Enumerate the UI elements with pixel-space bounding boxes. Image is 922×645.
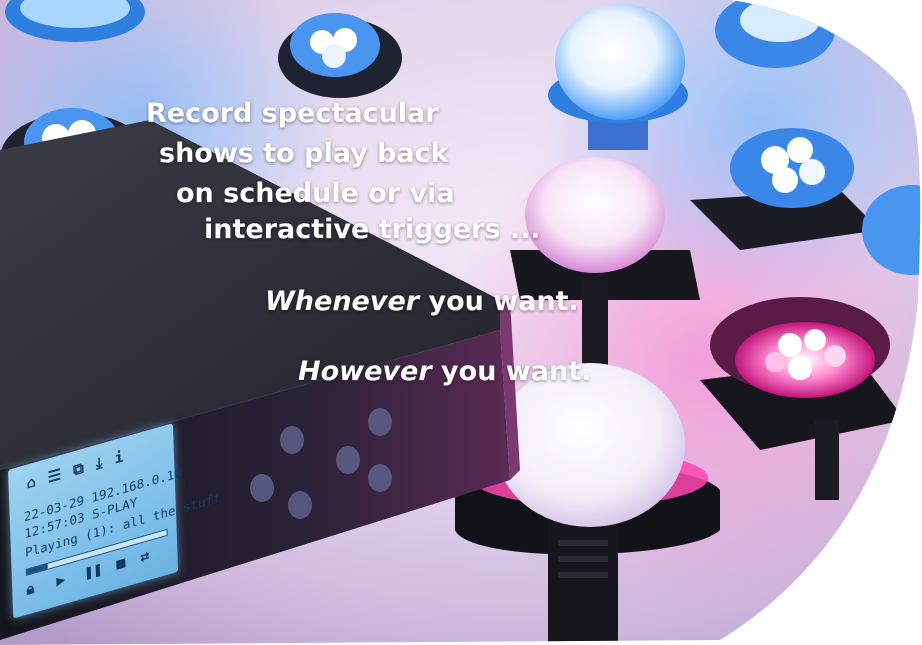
tagline-whenever: Whenever you want. [265, 286, 579, 317]
headline-line-2: shows to play back [159, 138, 449, 169]
headline-line-1: Record spectacular [146, 98, 439, 129]
tagline-however: However you want. [298, 356, 591, 387]
tagline-whenever-rest: you want. [419, 286, 579, 317]
lcd-progress-fill [26, 563, 48, 575]
tagline-whenever-italic: Whenever [265, 286, 420, 317]
network-icon: ⧉ [72, 455, 97, 480]
pause-icon: ❚❚ [84, 559, 103, 583]
lock-icon: 🔒︎ [26, 578, 35, 599]
home-icon: ⌂ [26, 468, 48, 493]
info-icon: i [114, 443, 136, 468]
tagline-however-italic: However [298, 356, 432, 387]
play-icon: ▶ [56, 569, 66, 591]
stop-icon: ■ [115, 552, 126, 574]
headline-line-4: interactive triggers ... [204, 214, 541, 245]
shuffle-icon: ⇄ [139, 545, 150, 567]
list-icon: ☰ [47, 461, 74, 487]
tagline-however-rest: you want. [431, 356, 592, 387]
headline-line-3: on schedule or via [176, 178, 455, 209]
download-icon: ⤓ [95, 449, 115, 473]
